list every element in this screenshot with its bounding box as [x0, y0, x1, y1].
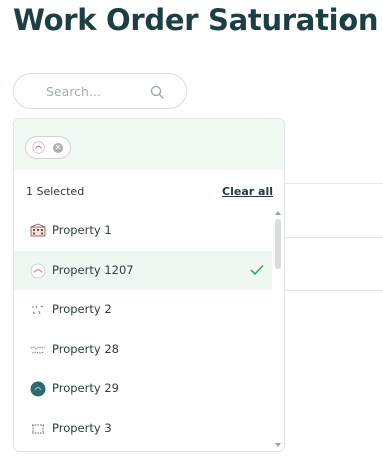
- round-logo-thumbnail-icon: [30, 381, 46, 397]
- dropdown-scrollbar[interactable]: [275, 211, 282, 451]
- clear-all-button[interactable]: Clear all: [222, 185, 273, 198]
- background-divider: [285, 183, 383, 184]
- scroll-up-arrow-icon[interactable]: [275, 211, 281, 215]
- list-item[interactable]: Property 1: [14, 211, 272, 251]
- list-item-label: Property 1: [52, 223, 112, 237]
- scrollbar-thumb[interactable]: [275, 219, 281, 269]
- search-icon[interactable]: [150, 85, 164, 99]
- logo-thumbnail-icon: [30, 263, 46, 278]
- list-item-label: Property 29: [52, 381, 119, 395]
- scroll-down-arrow-icon[interactable]: [275, 443, 281, 447]
- list-item[interactable]: Property 28: [14, 330, 272, 370]
- selected-property-chip[interactable]: ✕: [25, 136, 71, 159]
- title-dropdown-caret-icon[interactable]: [341, 17, 349, 22]
- list-item[interactable]: Property 2: [14, 290, 272, 330]
- list-item[interactable]: Property 29: [14, 369, 272, 409]
- sketch-thumbnail-icon: [32, 305, 44, 315]
- list-item-selected[interactable]: Property 1207: [14, 250, 272, 290]
- sketch-thumbnail-icon: [30, 345, 46, 353]
- building-thumbnail-icon: [30, 223, 46, 237]
- property-list: Property 1 Property 1207 Property 2 Prop…: [14, 211, 272, 448]
- list-item-label: Property 3: [52, 420, 112, 435]
- selected-count: 1 Selected: [26, 185, 85, 198]
- background-divider: [285, 290, 383, 291]
- list-item[interactable]: Property 3: [14, 409, 272, 449]
- background-divider: [285, 237, 383, 238]
- page-title: Work Order Saturation: [13, 3, 379, 37]
- search-input[interactable]: [46, 82, 146, 100]
- search-box[interactable]: [13, 73, 187, 109]
- list-item-label: Property 2: [52, 302, 112, 316]
- sketch-thumbnail-icon: [32, 424, 44, 433]
- list-item-label: Property 1207: [52, 262, 134, 277]
- property-dropdown: ✕ 1 Selected Clear all Property 1 Proper…: [13, 118, 285, 452]
- checkmark-icon: [250, 264, 264, 275]
- logo-thumbnail-icon: [32, 141, 45, 154]
- selected-chips-area: ✕: [14, 119, 284, 170]
- list-item-label: Property 28: [52, 341, 119, 356]
- chip-remove-icon[interactable]: ✕: [53, 143, 63, 153]
